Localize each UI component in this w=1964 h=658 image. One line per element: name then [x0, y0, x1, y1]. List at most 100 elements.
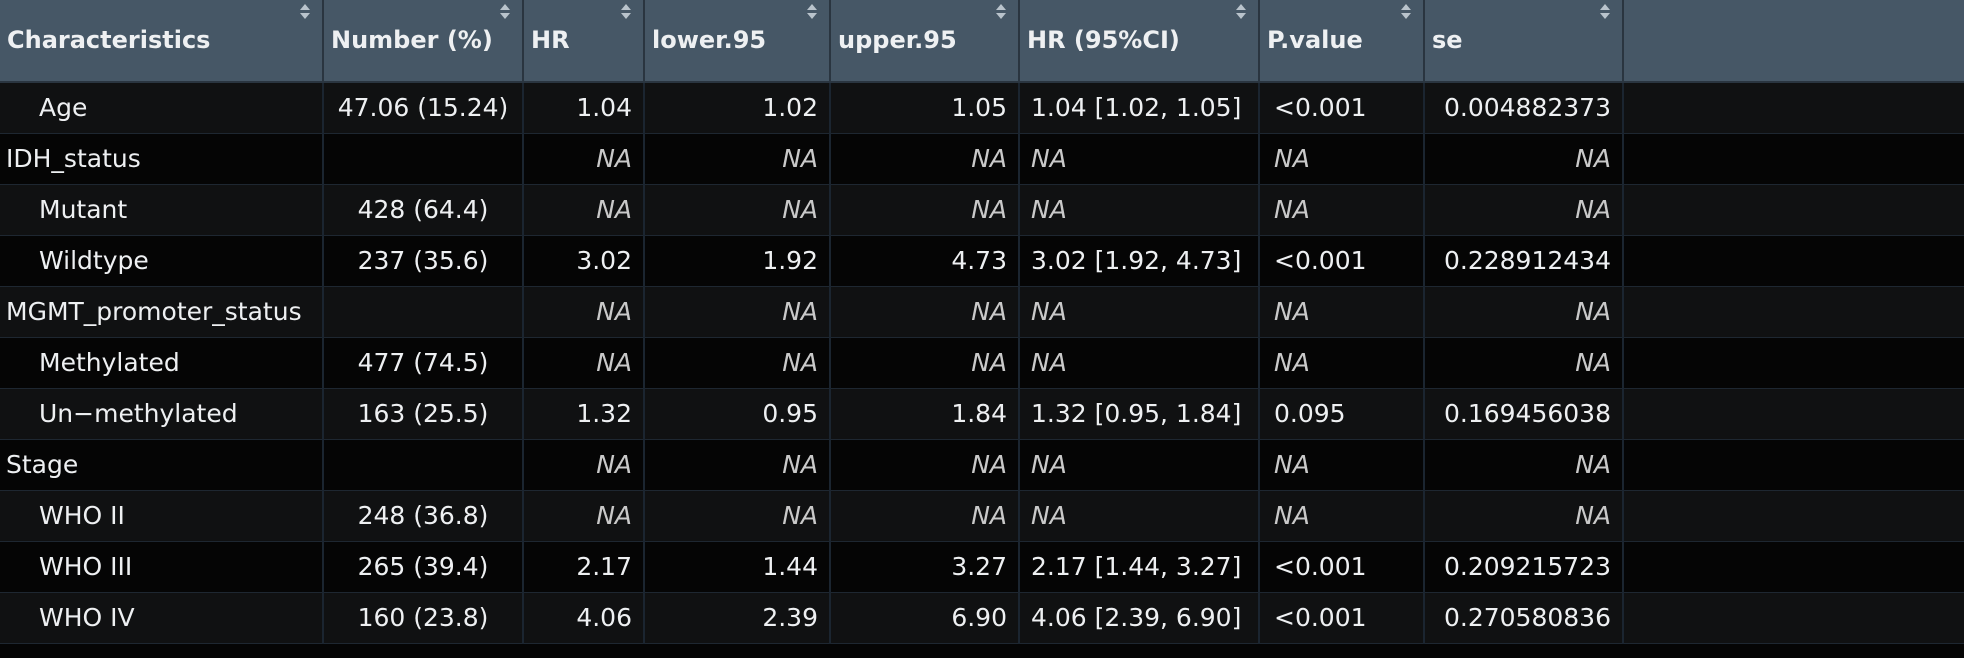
cell-characteristics: WHO III	[0, 541, 324, 593]
cell-number: 237 (35.6)	[323, 235, 524, 287]
cell-hrci: 4.06 [2.39, 6.90]	[1019, 592, 1260, 644]
table-row: Methylated 477 (74.5) NA NA NA NA NA NA	[0, 337, 1964, 389]
cell-upper95: 1.84	[830, 388, 1020, 440]
cell-upper95: 1.05	[830, 82, 1020, 134]
cell-se: 0.228912434	[1424, 235, 1624, 287]
cell-pvalue: NA	[1259, 286, 1425, 338]
cell-blank	[1623, 133, 1964, 185]
cell-upper95: 3.27	[830, 541, 1020, 593]
column-header-blank	[1623, 0, 1964, 83]
cell-se: 0.209215723	[1424, 541, 1624, 593]
sort-icon[interactable]	[300, 4, 310, 22]
cell-blank	[1623, 235, 1964, 287]
cell-lower95: 1.44	[644, 541, 831, 593]
sort-icon[interactable]	[621, 4, 631, 22]
table-row: Wildtype 237 (35.6) 3.02 1.92 4.73 3.02 [1.92…	[0, 235, 1964, 287]
cell-lower95: 2.39	[644, 592, 831, 644]
cell-number: 265 (39.4)	[323, 541, 524, 593]
cell-se: NA	[1424, 490, 1624, 542]
sort-icon[interactable]	[1401, 4, 1411, 22]
column-header-upper95[interactable]: upper.95	[830, 0, 1020, 83]
cell-pvalue: <0.001	[1259, 541, 1425, 593]
table-row: IDH_status NA NA NA NA NA NA	[0, 133, 1964, 185]
cell-blank	[1623, 439, 1964, 491]
column-header-label: Characteristics	[7, 26, 211, 54]
cell-pvalue: NA	[1259, 133, 1425, 185]
cell-hrci: 1.04 [1.02, 1.05]	[1019, 82, 1260, 134]
cell-hr: NA	[523, 286, 645, 338]
sort-icon[interactable]	[1600, 4, 1610, 22]
cell-characteristics: Mutant	[0, 184, 324, 236]
cell-lower95: 1.02	[644, 82, 831, 134]
cell-blank	[1623, 337, 1964, 389]
cell-se: 0.270580836	[1424, 592, 1624, 644]
cell-lower95: NA	[644, 286, 831, 338]
cell-se: 0.169456038	[1424, 388, 1624, 440]
cell-hrci: NA	[1019, 439, 1260, 491]
column-header-hrci[interactable]: HR (95%CI)	[1019, 0, 1260, 83]
cell-lower95: 0.95	[644, 388, 831, 440]
cell-pvalue: <0.001	[1259, 82, 1425, 134]
cell-characteristics: Wildtype	[0, 235, 324, 287]
cell-number: 163 (25.5)	[323, 388, 524, 440]
cell-hr: NA	[523, 439, 645, 491]
column-header-lower95[interactable]: lower.95	[644, 0, 831, 83]
table-row: WHO II 248 (36.8) NA NA NA NA NA NA	[0, 490, 1964, 542]
column-header-label: Number (%)	[331, 26, 493, 54]
cell-blank	[1623, 388, 1964, 440]
column-header-label: HR	[531, 26, 570, 54]
column-header-label: HR (95%CI)	[1027, 26, 1180, 54]
cell-pvalue: NA	[1259, 439, 1425, 491]
cell-pvalue: <0.001	[1259, 235, 1425, 287]
column-header-characteristics[interactable]: Characteristics	[0, 0, 324, 83]
cell-characteristics: Age	[0, 82, 324, 134]
cell-hrci: NA	[1019, 286, 1260, 338]
sort-icon[interactable]	[807, 4, 817, 22]
cell-hrci: 1.32 [0.95, 1.84]	[1019, 388, 1260, 440]
column-header-se[interactable]: se	[1424, 0, 1624, 83]
cell-blank	[1623, 592, 1964, 644]
cell-hr: NA	[523, 133, 645, 185]
cell-hr: NA	[523, 490, 645, 542]
cell-lower95: NA	[644, 439, 831, 491]
column-header-pvalue[interactable]: P.value	[1259, 0, 1425, 83]
cell-se: NA	[1424, 439, 1624, 491]
cell-hrci: 3.02 [1.92, 4.73]	[1019, 235, 1260, 287]
column-header-hr[interactable]: HR	[523, 0, 645, 83]
sort-icon[interactable]	[1236, 4, 1246, 22]
sort-icon[interactable]	[500, 4, 510, 22]
cell-blank	[1623, 490, 1964, 542]
column-header-label: P.value	[1267, 26, 1363, 54]
table-header: Characteristics Number (%) HR lower.95 upper…	[0, 0, 1964, 83]
cell-hr: NA	[523, 337, 645, 389]
table-body: Age 47.06 (15.24) 1.04 1.02 1.05 1.04 [1.02, …	[0, 82, 1964, 644]
cell-number: 47.06 (15.24)	[323, 82, 524, 134]
column-header-label: upper.95	[838, 26, 957, 54]
cell-pvalue: NA	[1259, 337, 1425, 389]
cell-pvalue: NA	[1259, 184, 1425, 236]
cell-hr: NA	[523, 184, 645, 236]
table-row: MGMT_promoter_status NA NA NA NA NA NA	[0, 286, 1964, 338]
cell-pvalue: 0.095	[1259, 388, 1425, 440]
column-header-label: se	[1432, 26, 1463, 54]
cell-se: NA	[1424, 133, 1624, 185]
cell-hrci: NA	[1019, 337, 1260, 389]
cell-upper95: NA	[830, 490, 1020, 542]
cell-characteristics: MGMT_promoter_status	[0, 286, 324, 338]
sort-icon[interactable]	[996, 4, 1006, 22]
cell-hr: 1.04	[523, 82, 645, 134]
cell-se: NA	[1424, 286, 1624, 338]
cell-number: 477 (74.5)	[323, 337, 524, 389]
cell-upper95: NA	[830, 184, 1020, 236]
cell-hrci: NA	[1019, 490, 1260, 542]
cell-se: 0.004882373	[1424, 82, 1624, 134]
cell-blank	[1623, 184, 1964, 236]
cell-number	[323, 286, 524, 338]
cell-characteristics: WHO IV	[0, 592, 324, 644]
cell-hr: 2.17	[523, 541, 645, 593]
cell-characteristics: Un−methylated	[0, 388, 324, 440]
column-header-number[interactable]: Number (%)	[323, 0, 524, 83]
cell-characteristics: Stage	[0, 439, 324, 491]
table-row: Stage NA NA NA NA NA NA	[0, 439, 1964, 491]
cell-lower95: NA	[644, 133, 831, 185]
